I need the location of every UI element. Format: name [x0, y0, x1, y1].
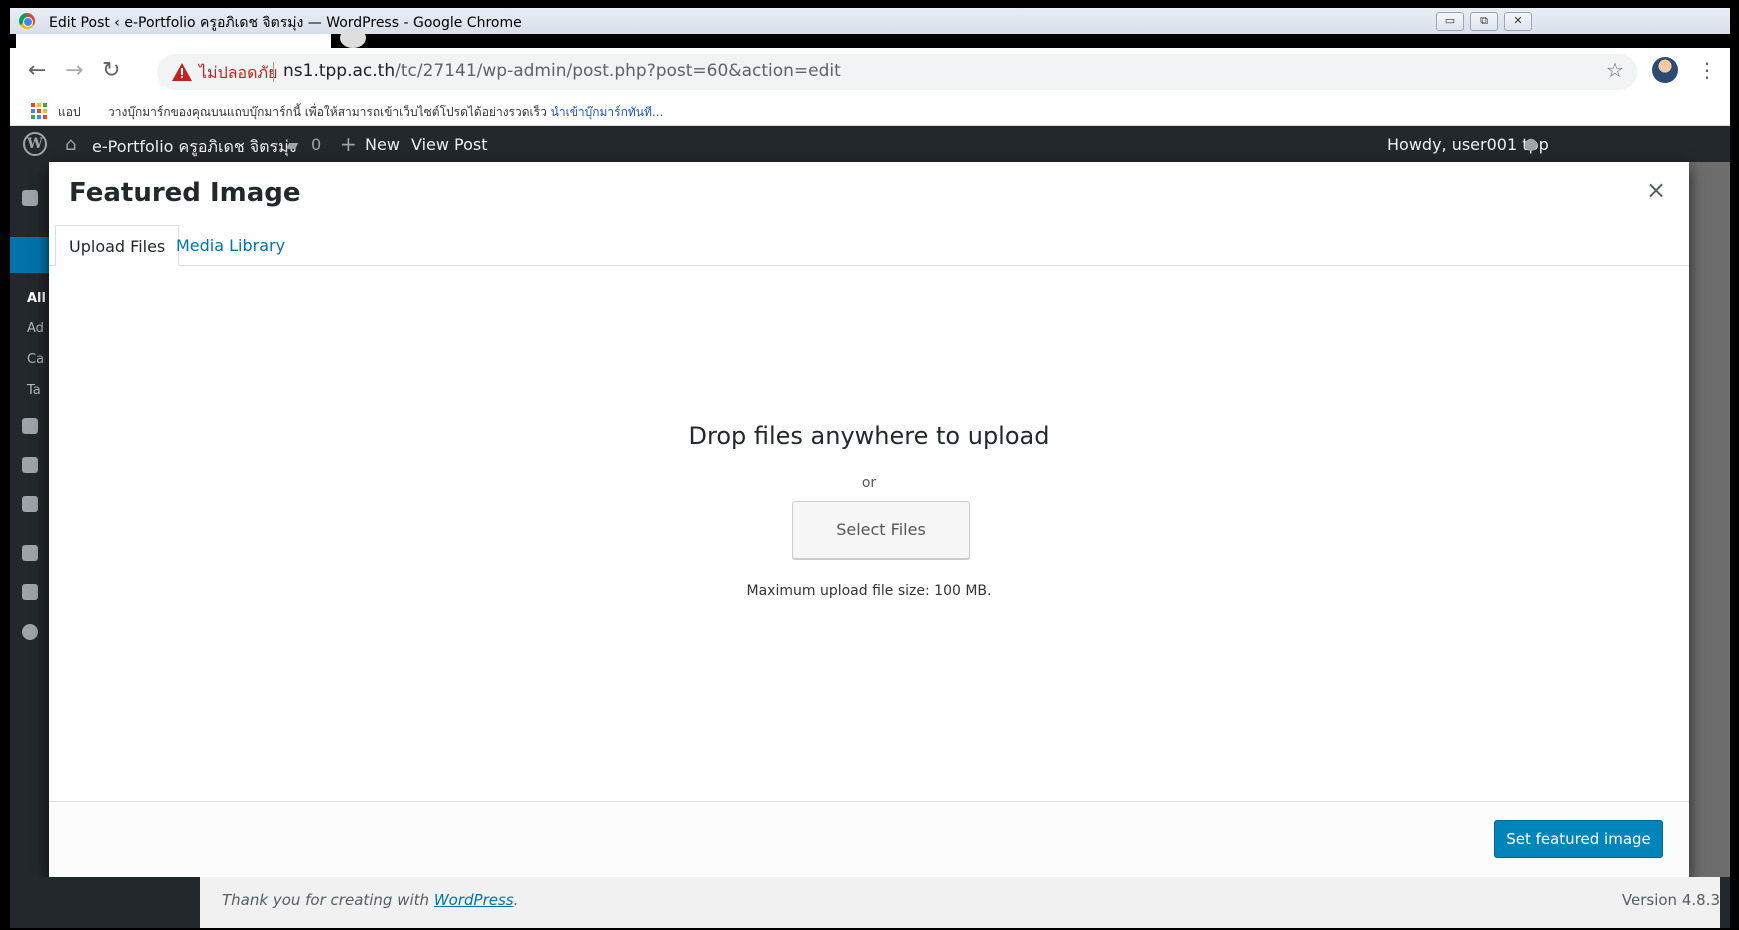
new-tab-button[interactable] — [340, 28, 366, 48]
wp-admin-bar: W ⌂ e-Portfolio ครูอภิเดช จิตรมุ่ง ▰ 0 +… — [10, 126, 1730, 162]
modal-footer: Set featured image — [49, 801, 1689, 877]
featured-image-modal: Featured Image × Upload Files Media Libr… — [49, 162, 1689, 877]
browser-toolbar: ← → ↻ ไม่ปลอดภัย ns1.tpp.ac.th/tc/27141/… — [10, 48, 1730, 94]
tab-strip — [10, 28, 1730, 48]
submenu-add-new[interactable]: Ad — [27, 321, 44, 336]
footer-version: Version 4.8.3 — [1621, 891, 1720, 909]
bookmarks-bar: แอป วางบุ๊กมาร์กของคุณบนแถบบุ๊กมาร์กนี้ … — [10, 94, 1730, 126]
close-icon[interactable]: × — [1646, 178, 1666, 202]
modal-title: Featured Image — [69, 178, 301, 208]
bookmarks-hint: วางบุ๊กมาร์กของคุณบนแถบบุ๊กมาร์กนี้ เพื่… — [108, 103, 663, 122]
drop-zone-text: Drop files anywhere to upload — [688, 422, 1050, 450]
url-host: ns1.tpp.ac.th — [283, 61, 396, 81]
site-name-link[interactable]: e-Portfolio ครูอภิเดช จิตรมุ่ง — [92, 135, 297, 160]
import-bookmarks-link[interactable]: นำเข้าบุ๊กมาร์กทันที... — [551, 105, 664, 119]
plus-icon[interactable]: + — [340, 132, 357, 156]
tools-icon[interactable] — [22, 584, 38, 600]
user-icon[interactable]: ● — [1524, 134, 1538, 153]
submenu-tags[interactable]: Ta — [27, 383, 41, 398]
users-icon[interactable] — [22, 545, 38, 561]
or-text: or — [861, 475, 877, 491]
comments-menu-icon[interactable] — [22, 496, 38, 512]
chrome-logo-icon — [19, 13, 35, 29]
maximize-button[interactable]: ⧉ — [1470, 12, 1498, 31]
max-upload-size-text: Maximum upload file size: 100 MB. — [746, 583, 992, 599]
forward-arrow-icon[interactable]: → — [65, 60, 83, 82]
back-arrow-icon[interactable]: ← — [28, 60, 46, 82]
editor-background — [1689, 162, 1730, 877]
browser-window: Edit Post ‹ e-Portfolio ครูอภิเดช จิตรมุ… — [10, 8, 1730, 928]
bookmark-star-icon[interactable]: ☆ — [1606, 58, 1624, 82]
submenu-categories[interactable]: Ca — [27, 352, 44, 367]
footer-thanks-suffix: . — [513, 891, 519, 909]
window-title-bar: Edit Post ‹ e-Portfolio ครูอภิเดช จิตรมุ… — [10, 8, 1730, 34]
security-status[interactable]: ไม่ปลอดภัย — [199, 61, 277, 86]
warning-icon — [172, 63, 192, 81]
reload-icon[interactable]: ↻ — [102, 60, 120, 82]
comments-count[interactable]: 0 — [311, 135, 321, 154]
wordpress-logo-icon[interactable]: W — [23, 132, 47, 156]
url-text[interactable]: ns1.tpp.ac.th/tc/27141/wp-admin/post.php… — [283, 61, 841, 81]
profile-avatar[interactable] — [1652, 57, 1678, 83]
wordpress-link[interactable]: WordPress — [434, 891, 514, 909]
close-window-button[interactable]: ✕ — [1504, 12, 1532, 31]
apps-label[interactable]: แอป — [58, 103, 81, 122]
wp-admin-menu: All Ad Ca Ta — [10, 162, 50, 928]
pages-icon[interactable] — [22, 457, 38, 473]
footer-thanks: Thank you for creating with WordPress. — [222, 891, 518, 909]
home-icon[interactable]: ⌂ — [65, 134, 76, 155]
address-bar[interactable]: ไม่ปลอดภัย ns1.tpp.ac.th/tc/27141/wp-adm… — [157, 54, 1637, 90]
tab-upload-files[interactable]: Upload Files — [55, 225, 180, 266]
dashboard-icon[interactable] — [22, 190, 38, 206]
set-featured-image-button[interactable]: Set featured image — [1494, 820, 1663, 858]
bookmarks-hint-text: วางบุ๊กมาร์กของคุณบนแถบบุ๊กมาร์กนี้ เพื่… — [108, 105, 547, 119]
minimize-button[interactable]: ▭ — [1436, 12, 1464, 31]
browser-menu-icon[interactable]: ⋮ — [1697, 58, 1717, 82]
tab-media-library[interactable]: Media Library — [163, 225, 298, 266]
view-post-link[interactable]: View Post — [411, 135, 488, 154]
submenu-all-posts[interactable]: All — [27, 291, 46, 306]
select-files-button[interactable]: Select Files — [792, 501, 970, 559]
media-icon[interactable] — [22, 418, 38, 434]
url-path: /tc/27141/wp-admin/post.php?post=60&acti… — [395, 61, 841, 81]
browser-tab[interactable] — [16, 34, 331, 48]
footer-inner: Thank you for creating with WordPress. V… — [200, 877, 1720, 928]
modal-tabs: Upload Files Media Library — [49, 225, 1689, 266]
menu-item-posts[interactable] — [10, 237, 50, 273]
window-title: Edit Post ‹ e-Portfolio ครูอภิเดช จิตรมุ… — [49, 15, 522, 31]
divider — [273, 62, 274, 82]
collapse-menu-icon[interactable] — [22, 624, 38, 640]
new-content-link[interactable]: New — [365, 135, 400, 154]
apps-grid-icon[interactable] — [31, 103, 47, 119]
comment-icon[interactable]: ▰ — [286, 135, 298, 154]
footer-thanks-prefix: Thank you for creating with — [222, 891, 430, 909]
wp-footer: Thank you for creating with WordPress. V… — [10, 877, 1730, 928]
